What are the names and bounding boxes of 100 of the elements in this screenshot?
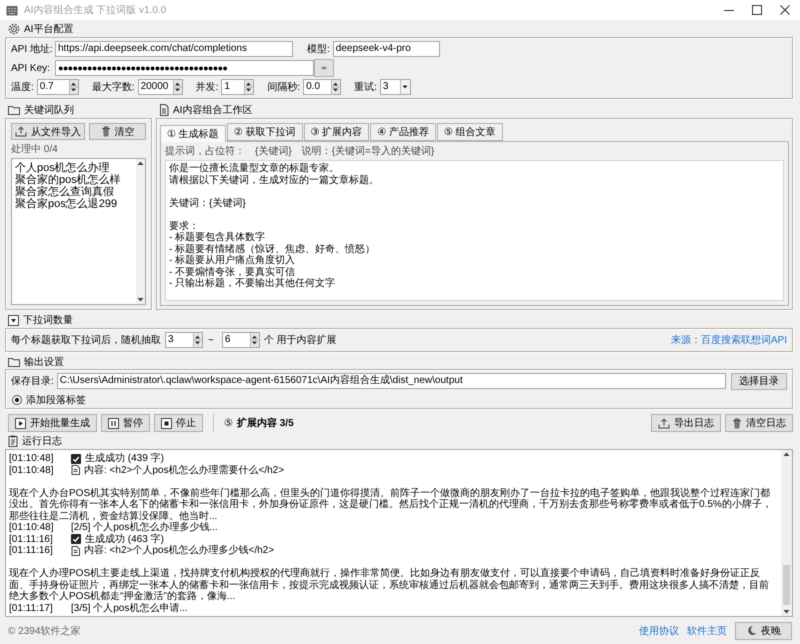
scroll-up-icon[interactable] (136, 159, 145, 168)
prompt-line: - 标题要从用户痛点角度切入 (169, 255, 296, 266)
tab[interactable]: ④ 产品推荐 (370, 123, 436, 141)
log-timestamp: [01:10:48] (9, 464, 54, 476)
copyright-text: © 2394软件之家 (8, 624, 80, 638)
scroll-down-icon[interactable] (781, 607, 792, 616)
scroll-up-icon[interactable] (781, 450, 792, 459)
theme-button[interactable]: 夜晚 (735, 622, 792, 640)
log-message: 生成成功 (463 字) (85, 534, 164, 544)
log-message: 内容: <h2>个人pos机怎么办理多少钱</h2> (84, 545, 274, 556)
window-title: AI内容组合生成 下拉词版 v1.0.0 (24, 4, 168, 17)
list-item[interactable]: 个人pos机怎么办理 (15, 162, 133, 174)
footer-link[interactable]: 使用协议 (639, 624, 679, 638)
clear-button[interactable]: 清空 (89, 123, 146, 140)
clipboard-icon (8, 435, 18, 447)
browse-button[interactable]: 选择目录 (731, 372, 787, 390)
spinbox[interactable]: 0.0 (303, 79, 342, 95)
caret-down-icon[interactable] (400, 80, 410, 94)
status-text: 扩展内容 3/5 (236, 416, 294, 430)
field-label: 间隔秒: (267, 80, 300, 94)
maximize-icon[interactable] (752, 5, 762, 15)
eye-icon (321, 64, 327, 72)
scrollbar[interactable] (136, 159, 145, 304)
tab[interactable]: ② 获取下拉词 (226, 123, 302, 141)
tab[interactable]: ① 生成标题 (160, 125, 226, 142)
step-number: ⑤ (224, 418, 233, 428)
hint-note: 说明：{关键词=导入的关键词} (302, 146, 434, 158)
section-title: 运行日志 (22, 434, 62, 448)
app-icon (6, 4, 18, 16)
stop-button[interactable]: 停止 (154, 414, 203, 432)
scroll-down-icon[interactable] (136, 295, 145, 304)
log-message: [2/5] 个人pos机怎么办理多少钱... (71, 522, 218, 534)
source-link[interactable]: 来源：百度搜索联想词API (670, 333, 787, 347)
checkbox-icon (71, 534, 81, 544)
pause-icon (108, 418, 119, 428)
spin-arrows-icon[interactable] (68, 80, 78, 94)
stop-icon (161, 418, 172, 428)
log-timestamp: [01:11:17] (9, 602, 54, 614)
field-label: API 地址: (11, 42, 54, 56)
spin-arrows-icon[interactable] (172, 80, 182, 94)
prompt-line: - 标题要包含具体数字 (169, 232, 266, 244)
section-title: AI平台配置 (24, 22, 74, 36)
trash-icon (100, 126, 110, 137)
dropdown[interactable]: 3 (380, 79, 411, 95)
keyword-list[interactable]: 个人pos机怎么办理 聚合家的pos机怎么样 聚合家怎么查询真假 聚合家pos怎么退299 (11, 158, 146, 305)
radio-icon[interactable] (12, 394, 22, 404)
radio-button[interactable]: 添加段落标签 (11, 393, 86, 406)
document-icon (71, 465, 80, 476)
scroll-thumb[interactable] (783, 565, 790, 605)
prompt-line: 你是一位擅长流量型文章的标题专家。 (169, 163, 340, 174)
spinbox[interactable]: 1 (221, 79, 254, 95)
field-label: 温度: (11, 80, 34, 94)
log-timestamp: [01:11:16] (9, 545, 54, 556)
prompt-textarea[interactable]: 你是一位擅长流量型文章的标题专家。 请根据以下关键词，生成对应的一篇文章标题。 关键词：{关键词} 要求： - 标题要包含具体数字 - 标题要有情绪感（惊讶、焦虑、好奇、愤怒） - 标题要从用户痛点角度切入 - 不要煽情夸张，要真实可信 - 只输出标题，不要输出其他任何文字 (165, 160, 784, 301)
upload-icon (658, 418, 670, 428)
clear-button[interactable]: 清空日志 (725, 414, 793, 432)
spin-arrows-icon[interactable] (250, 333, 259, 347)
password-field[interactable]: ●●●●●●●●●●●●●●●●●●●●●●●●●●●●●●●●●●● (55, 60, 314, 76)
import-button[interactable]: 从文件导入 (11, 123, 85, 140)
spinbox[interactable]: 3 (165, 332, 203, 348)
close-icon[interactable] (780, 5, 790, 15)
play-icon (15, 418, 26, 428)
field-label: API Key: (11, 62, 51, 74)
model-field[interactable]: deepseek-v4-pro (332, 41, 440, 57)
spin-arrows-icon[interactable] (331, 80, 340, 94)
upload-icon (15, 126, 27, 137)
tab[interactable]: ③ 扩展内容 (304, 123, 370, 141)
start-button[interactable]: 开始批量生成 (8, 414, 97, 432)
field-label: 并发: (196, 80, 218, 94)
prompt-line: 要求： (169, 220, 200, 232)
log-timestamp: [01:11:16] (9, 534, 54, 545)
spinbox[interactable]: 6 (222, 332, 260, 348)
export-button[interactable]: 导出日志 (651, 414, 721, 432)
list-item[interactable]: 聚合家的pos机怎么样 (15, 174, 133, 186)
document-icon (71, 546, 80, 556)
path-field[interactable]: C:\Users\Administrator\.qclaw\workspace-agent-6156071c\AI内容组合生成\dist_new\output (56, 373, 726, 389)
placeholder-token: {关键词} (255, 146, 292, 158)
section-title: 下拉词数量 (23, 314, 73, 327)
spin-arrows-icon[interactable] (244, 80, 254, 94)
field-label: 模型: (307, 42, 330, 56)
range-separator: ~ (208, 334, 214, 346)
log-paragraph: 现在个人办台POS机其实特别简单，不像前些年门槛那么高，但里头的门道你得摸清。前阵子一个做微商的朋友刚办了一台拉卡拉的电子签购单，他跟我说整个过程连家门都没出。首先你得有一张本人名下的储蓄卡和一张信用卡，外加身份证原件，这是硬门槛。然后找个正规一清机的代理商，千万别去贪那些号称零费率或者低于0.5%的小牌子，那些往往是二清机，资金结算没保障。他当时... (9, 488, 773, 522)
caret-box-icon (8, 314, 19, 326)
unit-text: 个 用于内容扩展 (264, 334, 337, 347)
spinbox[interactable]: 0.7 (36, 79, 79, 95)
url-field[interactable]: https://api.deepseek.com/chat/completions (55, 41, 293, 57)
list-item[interactable]: 聚合家pos怎么退299 (15, 198, 133, 210)
moon-icon (746, 625, 757, 636)
log-timestamp: [01:10:48] (9, 453, 54, 464)
footer-link[interactable]: 软件主页 (687, 624, 727, 638)
list-item[interactable]: 聚合家怎么查询真假 (15, 186, 133, 198)
pause-button[interactable]: 暂停 (101, 414, 150, 432)
folder-icon (8, 105, 20, 115)
scrollbar[interactable] (781, 450, 792, 616)
log-paragraph: 现在个人办理POS机主要走线上渠道，找持牌支付机构授权的代理商就行，操作非常简便。比如身边有朋友做支付，可以直接要个申请码，自己填资料时准备好身份证正反面、手持身份证照片，再绑定一张本人的储蓄卡和一张信用卡，按提示完成视频认证，系统审核通过后机器就会包邮寄到，通常两三天到手。费用这块很多人搞不清楚，目前绝大多数个人POS机都走“押金激活”的套路，像海... (9, 568, 770, 602)
hint-label: 提示词，占位符： (165, 146, 245, 158)
section-title: 输出设置 (24, 356, 64, 369)
spinbox[interactable]: 20000 (138, 79, 183, 95)
tab[interactable]: ⑤ 组合文章 (437, 123, 503, 141)
spin-arrows-icon[interactable] (193, 333, 202, 347)
